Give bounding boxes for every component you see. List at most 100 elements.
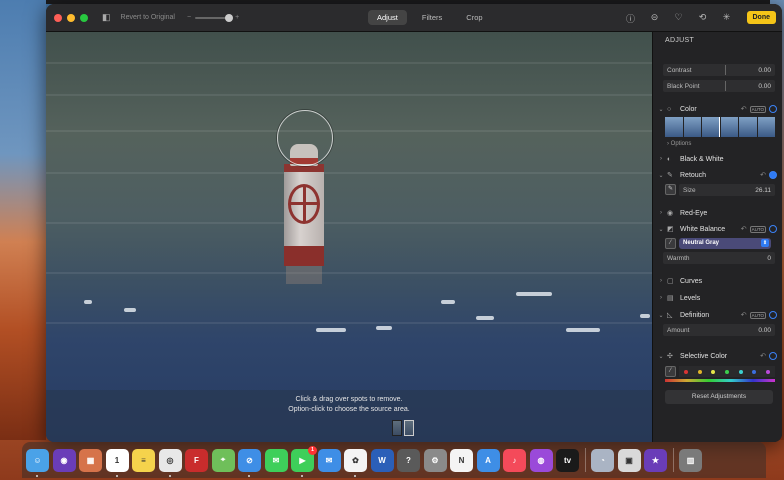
chevron-down-icon[interactable]: ⌄ bbox=[655, 312, 667, 319]
dock-tv-icon[interactable]: tv bbox=[556, 448, 579, 472]
size-slider[interactable]: Size 26.11 bbox=[679, 184, 775, 196]
section-levels[interactable]: › ▤ Levels bbox=[653, 291, 782, 305]
dock-podcasts-icon[interactable]: ◍ bbox=[529, 448, 553, 472]
dock-system-preferences-icon[interactable]: ⚙ bbox=[423, 448, 447, 472]
auto-button[interactable]: AUTO bbox=[749, 105, 766, 113]
section-definition[interactable]: ⌄ ◺ Definition ↶ AUTO bbox=[653, 308, 782, 322]
section-controls: ↶ bbox=[760, 171, 777, 179]
dock-chrome-icon[interactable]: ◎ bbox=[158, 448, 182, 477]
swatch-red[interactable] bbox=[683, 369, 688, 374]
chevron-down-icon[interactable]: ⌄ bbox=[655, 106, 667, 113]
zoom-knob[interactable] bbox=[225, 13, 234, 22]
undo-icon[interactable]: ↶ bbox=[741, 225, 747, 233]
heart-icon[interactable]: ♡ bbox=[673, 12, 684, 25]
warmth-slider[interactable]: Warmth 0 bbox=[663, 252, 775, 264]
white-balance-mode-select[interactable]: Neutral Gray ⇕ bbox=[679, 238, 771, 249]
dock-imovie-icon[interactable]: ★ bbox=[644, 448, 667, 472]
swatch-orange[interactable] bbox=[697, 369, 702, 374]
chevron-down-icon[interactable]: ⌄ bbox=[655, 226, 667, 233]
dock-safari-icon[interactable]: ⊘ bbox=[238, 448, 261, 477]
undo-icon[interactable]: ↶ bbox=[760, 352, 766, 360]
dock-app-store-icon[interactable]: A bbox=[476, 448, 500, 472]
reset-adjustments-button[interactable]: Reset Adjustments bbox=[665, 390, 773, 404]
done-button[interactable]: Done bbox=[746, 11, 776, 24]
section-white-balance[interactable]: ⌄ ◩ White Balance ↶ AUTO bbox=[653, 222, 782, 236]
zoom-slider[interactable]: − + bbox=[187, 13, 239, 22]
color-toggle[interactable] bbox=[769, 105, 777, 113]
eyedropper-icon[interactable]: ⁄ bbox=[665, 366, 676, 377]
section-black-white[interactable]: › ◐ Black & White bbox=[653, 152, 782, 166]
dock-word-icon[interactable]: W bbox=[370, 448, 394, 472]
dock-help-icon[interactable]: ? bbox=[397, 448, 420, 472]
section-selective-color[interactable]: ⌄ ✣ Selective Color ↶ bbox=[653, 349, 782, 363]
dock-facetime-icon[interactable]: ▶ 1 bbox=[291, 445, 317, 477]
dock-messages-icon[interactable]: ✉ bbox=[264, 448, 288, 472]
contrast-slider[interactable]: Contrast 0.00 bbox=[663, 64, 775, 76]
definition-toggle[interactable] bbox=[769, 311, 777, 319]
dock-trash-icon[interactable]: ▥ bbox=[679, 448, 702, 472]
retouch-toggle[interactable] bbox=[769, 171, 777, 179]
chevron-right-icon[interactable]: › bbox=[655, 295, 667, 301]
photo-thumbnail[interactable] bbox=[392, 420, 402, 436]
auto-button[interactable]: AUTO bbox=[749, 311, 766, 319]
dock-launchpad-icon[interactable]: ▦ bbox=[79, 448, 102, 472]
zoom-button[interactable] bbox=[80, 13, 88, 22]
swatch-green[interactable] bbox=[724, 369, 729, 374]
black-point-slider[interactable]: Black Point 0.00 bbox=[663, 80, 775, 92]
dock-siri-icon[interactable]: ◉ bbox=[52, 448, 76, 472]
dock-notes-icon[interactable]: ≡ bbox=[132, 448, 155, 472]
photo-canvas[interactable]: Click & drag over spots to remove. Optio… bbox=[46, 32, 652, 442]
color-options-link[interactable]: › Options bbox=[667, 141, 691, 147]
section-red-eye[interactable]: › ◉ Red-Eye bbox=[653, 206, 782, 220]
chevron-down-icon[interactable]: ⌄ bbox=[655, 172, 667, 179]
dock-finder-icon[interactable]: ☺ bbox=[26, 448, 49, 477]
rotate-icon[interactable]: ⟲ bbox=[697, 12, 708, 25]
param-value: 0.00 bbox=[758, 82, 771, 90]
dock-calendar-icon[interactable]: 1 bbox=[105, 448, 129, 477]
dock-mail-icon[interactable]: ✉ bbox=[317, 448, 341, 472]
section-label: Selective Color bbox=[680, 352, 728, 360]
info-icon[interactable]: ⓘ bbox=[625, 12, 636, 25]
color-preview-strip[interactable] bbox=[665, 117, 775, 137]
section-retouch[interactable]: ⌄ ✎ Retouch ↶ bbox=[653, 168, 782, 182]
swatch-magenta[interactable] bbox=[766, 369, 771, 374]
photo-thumbnail-selected[interactable] bbox=[404, 420, 414, 436]
undo-icon[interactable]: ↶ bbox=[741, 105, 747, 113]
compare-icon[interactable]: ◧ bbox=[102, 12, 111, 23]
chevron-right-icon[interactable]: › bbox=[655, 156, 667, 162]
chevron-right-icon[interactable]: › bbox=[655, 210, 667, 216]
magic-wand-icon[interactable]: ✳ bbox=[721, 12, 732, 25]
selective-color-toggle[interactable] bbox=[769, 352, 777, 360]
minimize-button[interactable] bbox=[67, 13, 75, 22]
undo-icon[interactable]: ↶ bbox=[760, 171, 766, 179]
tab-crop[interactable]: Crop bbox=[457, 10, 491, 25]
eyedropper-icon[interactable]: ⁄ bbox=[665, 238, 676, 249]
chevron-right-icon[interactable]: › bbox=[655, 278, 667, 284]
auto-button[interactable]: AUTO bbox=[749, 225, 766, 233]
zoom-track[interactable] bbox=[195, 13, 234, 22]
tab-filters[interactable]: Filters bbox=[413, 10, 451, 25]
dock-preview-icon[interactable]: ◔ bbox=[591, 448, 614, 472]
hue-track[interactable] bbox=[665, 379, 775, 382]
swatch-blue[interactable] bbox=[752, 369, 757, 374]
chevron-down-icon[interactable]: ⌄ bbox=[655, 353, 667, 360]
swatch-cyan[interactable] bbox=[738, 369, 743, 374]
dock-photo-booth-icon[interactable]: ▣ bbox=[617, 448, 641, 472]
dock-news-icon[interactable]: N bbox=[450, 448, 473, 472]
section-color[interactable]: ⌄ ○ Color ↶ AUTO bbox=[653, 102, 782, 116]
swatch-yellow[interactable] bbox=[711, 369, 716, 374]
strip-marker[interactable] bbox=[719, 117, 720, 137]
section-curves[interactable]: › ▢ Curves bbox=[653, 274, 782, 288]
revert-to-original-button[interactable]: Revert to Original bbox=[121, 14, 175, 21]
white-balance-toggle[interactable] bbox=[769, 225, 777, 233]
tab-adjust[interactable]: Adjust bbox=[368, 10, 407, 25]
dock-music-icon[interactable]: ♪ bbox=[503, 448, 526, 472]
more-icon[interactable]: ⊝ bbox=[649, 12, 660, 25]
undo-icon[interactable]: ↶ bbox=[741, 311, 747, 319]
dock-flashcard-icon[interactable]: F bbox=[185, 448, 208, 472]
dock-maps-icon[interactable]: ⌖ bbox=[211, 448, 235, 472]
amount-slider[interactable]: Amount 0.00 bbox=[663, 324, 775, 336]
close-button[interactable] bbox=[54, 13, 62, 22]
brush-icon[interactable]: ✎ bbox=[665, 184, 676, 195]
dock-photos-icon[interactable]: ✿ bbox=[344, 448, 367, 477]
